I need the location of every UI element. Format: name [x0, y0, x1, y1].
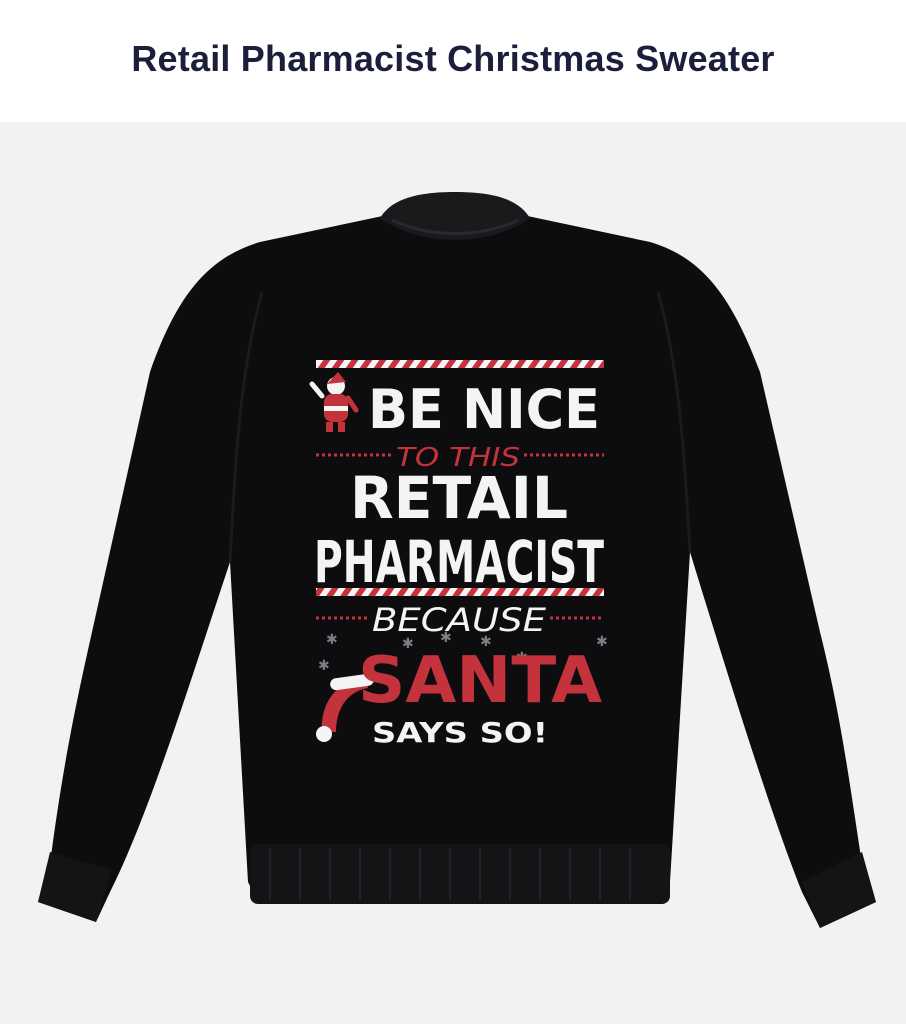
- svg-text:✱: ✱: [326, 632, 338, 648]
- product-title: Retail Pharmacist Christmas Sweater: [131, 38, 775, 79]
- design-line-says-so: SAYS SO!: [372, 716, 548, 749]
- design-line-santa: SANTA: [358, 644, 602, 718]
- design-line-pharmacist: PHARMACIST: [314, 528, 604, 596]
- stripe-top: [316, 360, 604, 368]
- page-header: Retail Pharmacist Christmas Sweater: [0, 0, 906, 122]
- design-line-be-nice: BE NICE: [368, 378, 600, 441]
- sweater-illustration: BE NICE TO THIS RETAIL PHARMACIST BECAUS…: [38, 192, 876, 928]
- svg-text:✱: ✱: [318, 658, 330, 674]
- design-line-because: BECAUSE: [372, 601, 547, 639]
- product-image[interactable]: BE NICE TO THIS RETAIL PHARMACIST BECAUS…: [0, 122, 906, 1024]
- product-page: Retail Pharmacist Christmas Sweater BE N…: [0, 0, 906, 1024]
- design-line-retail: RETAIL: [350, 464, 568, 532]
